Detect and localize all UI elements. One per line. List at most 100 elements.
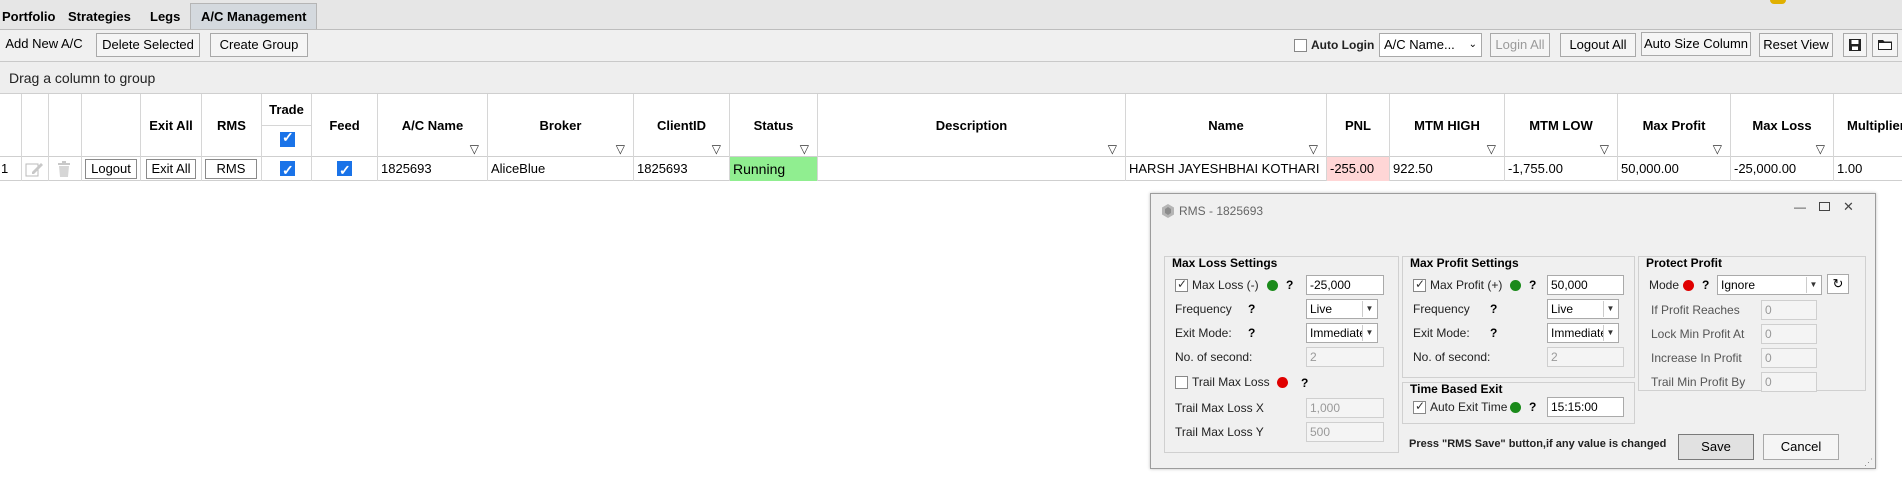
tab-strategies[interactable]: Strategies — [68, 4, 131, 30]
header-rms-label: RMS — [217, 118, 246, 133]
status-dot-green — [1510, 402, 1521, 413]
frequency-select[interactable]: Live ▼ — [1306, 299, 1378, 319]
filter-icon[interactable]: ▽ — [470, 118, 479, 157]
profit-reaches-input[interactable]: 0 — [1761, 300, 1817, 320]
table-row[interactable]: 1 Logout Exit All RMS 1825693 AliceBlue … — [0, 157, 1902, 181]
seconds-input[interactable]: 2 — [1306, 347, 1384, 367]
reset-button[interactable]: ↻ — [1827, 274, 1849, 294]
header-max-loss[interactable]: Max Loss ▽ — [1731, 94, 1834, 157]
filter-icon[interactable]: ▽ — [1108, 118, 1117, 157]
create-group-button[interactable]: Create Group — [210, 33, 308, 57]
tab-legs[interactable]: Legs — [150, 4, 180, 30]
help-icon[interactable]: ? — [1702, 278, 1709, 292]
tab-portfolio[interactable]: Portfolio — [2, 4, 55, 30]
trail-max-loss-checkbox[interactable] — [1175, 376, 1188, 389]
help-icon[interactable]: ? — [1248, 326, 1255, 340]
header-mtm-high[interactable]: MTM HIGH ▽ — [1390, 94, 1505, 157]
feed-checkbox[interactable] — [337, 158, 352, 181]
rms-title-bar[interactable]: RMS - 1825693 — ✕ — [1151, 194, 1875, 226]
header-trade[interactable]: Trade — [262, 94, 312, 157]
help-icon[interactable]: ? — [1286, 278, 1293, 292]
client-id-cell: 1825693 — [634, 157, 730, 181]
rms-button[interactable]: RMS — [205, 159, 257, 179]
max-loss-group: Max Loss Settings Max Loss (-) ? -25,000… — [1164, 256, 1399, 453]
exit-mode-select[interactable]: Immediate ▼ — [1306, 323, 1378, 343]
exit-mode-select[interactable]: Immediate ▼ — [1547, 323, 1619, 343]
max-profit-input[interactable]: 50,000 — [1547, 275, 1624, 295]
header-client-id[interactable]: ClientID ▽ — [634, 94, 730, 157]
filter-icon[interactable]: ▽ — [1600, 118, 1609, 157]
filter-icon[interactable]: ▽ — [800, 118, 809, 157]
header-status[interactable]: Status ▽ — [730, 94, 818, 157]
ac-name-select[interactable]: A/C Name... ⌄ — [1379, 33, 1482, 57]
help-icon[interactable]: ? — [1301, 376, 1308, 390]
increase-profit-input[interactable]: 0 — [1761, 348, 1817, 368]
header-feed[interactable]: Feed — [312, 94, 378, 157]
help-icon[interactable]: ? — [1490, 302, 1497, 316]
header-broker[interactable]: Broker ▽ — [488, 94, 634, 157]
filter-icon[interactable]: ▽ — [1309, 118, 1318, 157]
auto-size-column-button[interactable]: Auto Size Column — [1641, 32, 1751, 56]
trade-checkbox[interactable] — [280, 158, 295, 181]
resize-grip-icon[interactable]: ⋰ — [1864, 457, 1873, 468]
delete-row-button[interactable] — [49, 157, 82, 181]
grid-header: Exit All RMS Trade Feed A/C Name ▽ Broker… — [0, 94, 1902, 157]
cancel-button[interactable]: Cancel — [1763, 434, 1839, 460]
delete-selected-button[interactable]: Delete Selected — [96, 33, 200, 57]
exit-mode-label: Exit Mode: — [1413, 326, 1470, 340]
trail-min-profit-input[interactable]: 0 — [1761, 372, 1817, 392]
header-pnl[interactable]: PNL — [1327, 94, 1390, 157]
trade-all-checkbox[interactable] — [280, 129, 295, 147]
mode-value: Ignore — [1721, 278, 1756, 292]
header-max-profit[interactable]: Max Profit ▽ — [1618, 94, 1731, 157]
reset-view-button[interactable]: Reset View — [1759, 33, 1833, 57]
close-icon[interactable]: ✕ — [1843, 199, 1854, 215]
restore-icon[interactable] — [1819, 202, 1830, 211]
max-profit-checkbox[interactable] — [1413, 277, 1426, 292]
mode-select[interactable]: Ignore ▼ — [1717, 275, 1822, 295]
auto-login-checkbox[interactable] — [1294, 39, 1307, 52]
filter-icon[interactable]: ▽ — [1713, 118, 1722, 157]
filter-icon[interactable]: ▽ — [712, 118, 721, 157]
status-dot-red — [1277, 377, 1288, 388]
chevron-down-icon: ▼ — [1806, 277, 1820, 293]
tab-ac-management[interactable]: A/C Management — [190, 3, 318, 29]
max-loss-input[interactable]: -25,000 — [1306, 275, 1384, 295]
seconds-input[interactable]: 2 — [1547, 347, 1624, 367]
save-button[interactable]: Save — [1678, 434, 1754, 460]
lock-min-profit-input[interactable]: 0 — [1761, 324, 1817, 344]
help-icon[interactable]: ? — [1248, 302, 1255, 316]
logout-all-button[interactable]: Logout All — [1560, 33, 1636, 57]
edit-button[interactable] — [22, 157, 49, 181]
filter-icon[interactable]: ▽ — [616, 118, 625, 157]
filter-icon[interactable]: ▽ — [1487, 118, 1496, 157]
save-layout-button[interactable] — [1843, 33, 1867, 57]
header-description[interactable]: Description ▽ — [818, 94, 1126, 157]
ac-name-select-value: A/C Name... — [1384, 37, 1455, 52]
exit-all-button[interactable]: Exit All — [146, 159, 196, 179]
auto-exit-time-input[interactable]: 15:15:00 — [1547, 397, 1624, 417]
auto-exit-checkbox[interactable] — [1413, 399, 1426, 414]
header-exit-all[interactable]: Exit All — [141, 94, 202, 157]
header-name[interactable]: Name ▽ — [1126, 94, 1327, 157]
header-ac-name[interactable]: A/C Name ▽ — [378, 94, 488, 157]
login-all-button[interactable]: Login All — [1490, 33, 1550, 57]
header-feed-label: Feed — [329, 118, 360, 133]
filter-icon[interactable]: ▽ — [1816, 118, 1825, 157]
group-panel[interactable]: Drag a column to group — [0, 62, 1902, 94]
trail-y-input[interactable]: 500 — [1306, 422, 1384, 442]
help-icon[interactable]: ? — [1529, 278, 1536, 292]
header-mtm-low[interactable]: MTM LOW ▽ — [1505, 94, 1618, 157]
help-icon[interactable]: ? — [1490, 326, 1497, 340]
max-loss-checkbox[interactable] — [1175, 277, 1188, 292]
logout-button[interactable]: Logout — [85, 159, 137, 179]
minimize-icon[interactable]: — — [1794, 200, 1806, 214]
help-icon[interactable]: ? — [1529, 400, 1536, 414]
trail-x-input[interactable]: 1,000 — [1306, 398, 1384, 418]
open-folder-button[interactable] — [1872, 33, 1898, 57]
header-rms[interactable]: RMS — [202, 94, 262, 157]
frequency-select[interactable]: Live ▼ — [1547, 299, 1619, 319]
time-based-exit-group: Time Based Exit Auto Exit Time ? 15:15:0… — [1402, 382, 1635, 424]
add-new-ac-button[interactable]: Add New A/C — [0, 33, 88, 57]
header-multiplier[interactable]: Multiplier — [1834, 94, 1902, 157]
